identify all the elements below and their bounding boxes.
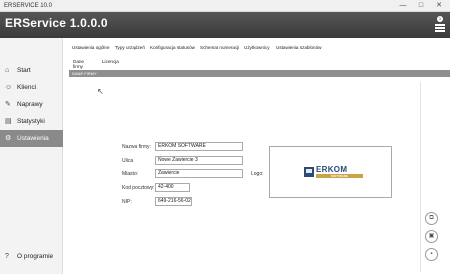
tab-company-data[interactable]: Dane firmy	[73, 59, 84, 69]
mouse-cursor-icon: ↖	[97, 87, 104, 96]
app-title: ERService 1.0.0.0	[5, 16, 108, 30]
company-name-field[interactable]: ERKOM SOFTWARE	[155, 142, 243, 151]
sidebar-item-statystyki[interactable]: ▤ Statystyki	[0, 113, 63, 130]
company-logo: ERKOM SOFTWARE	[304, 165, 364, 181]
city-field[interactable]: Zawiercie	[155, 169, 243, 178]
tab-users[interactable]: Użytkownicy	[244, 45, 270, 50]
tab-templates[interactable]: Ustawienia szablonów	[276, 45, 321, 50]
tab-license[interactable]: Licencja	[102, 59, 119, 64]
image-button[interactable]: ▣	[425, 230, 438, 243]
app-header: ERService 1.0.0.0 1	[0, 12, 450, 38]
gear-icon: ⚙	[5, 135, 12, 142]
street-field[interactable]: Nowe Zawiercie 3	[155, 156, 243, 165]
notification-badge: 1	[437, 16, 443, 22]
menu-bar-icon	[435, 30, 445, 32]
save-icon: ▪	[430, 251, 433, 257]
logo-image-box[interactable]: ERKOM SOFTWARE	[269, 146, 392, 198]
logo-sub: SOFTWARE	[316, 174, 363, 178]
sidebar-item-label: Start	[17, 67, 31, 74]
copy-button[interactable]: ⧉	[425, 212, 438, 225]
copy-icon: ⧉	[429, 215, 434, 221]
sidebar-item-label: Ustawienia	[17, 135, 49, 142]
menu-bar-icon	[435, 24, 445, 26]
sidebar-item-klienci[interactable]: ☺ Klienci	[0, 79, 63, 96]
section-header: DANE FIRMY	[69, 70, 450, 77]
postal-code-label: Kod pocztowy:	[122, 185, 155, 191]
sidebar-item-label: Naprawy	[17, 101, 43, 108]
tab-general[interactable]: Ustawienia ogólne	[72, 45, 110, 50]
sidebar-item-label: Statystyki	[17, 118, 45, 125]
city-label: Miasto:	[122, 171, 139, 177]
help-icon: ?	[5, 253, 9, 260]
window-titlebar: ERSERVICE 10.0 — □ ✕	[0, 0, 450, 12]
hamburger-menu-button[interactable]: 1	[434, 16, 446, 32]
logo-word: ERKOM	[316, 165, 348, 174]
window-title: ERSERVICE 10.0	[4, 3, 52, 9]
main-content: Ustawienia ogólne Typy urządzeń Konfigur…	[63, 38, 450, 274]
maximize-button[interactable]: □	[414, 0, 428, 12]
home-icon: ⌂	[5, 67, 10, 74]
sidebar-item-label: Klienci	[17, 84, 37, 91]
sidebar-item-about[interactable]: ? O programie	[0, 248, 63, 265]
wrench-icon: ✎	[5, 101, 11, 108]
street-label: Ulica	[122, 158, 134, 164]
sidebar-item-start[interactable]: ⌂ Start	[0, 62, 63, 79]
menu-bar-icon	[435, 27, 445, 29]
logo-mark-icon	[304, 167, 314, 177]
nip-field[interactable]: 649-216-56-02	[155, 197, 192, 206]
postal-code-field[interactable]: 42-400	[155, 183, 190, 192]
image-icon: ▣	[428, 233, 435, 239]
person-icon: ☺	[5, 84, 13, 91]
divider	[420, 82, 421, 272]
company-name-label: Nazwa firmy:	[122, 144, 151, 150]
sidebar-item-label: O programie	[17, 253, 54, 260]
nip-label: NIP:	[122, 199, 132, 205]
sidebar-item-naprawy[interactable]: ✎ Naprawy	[0, 96, 63, 113]
sidebar-item-ustawienia[interactable]: ⚙ Ustawienia	[0, 130, 63, 147]
sidebar: ⌂ Start ☺ Klienci ✎ Naprawy ▤ Statystyki…	[0, 38, 63, 274]
minimize-button[interactable]: —	[396, 0, 410, 12]
tab-status-config[interactable]: Konfiguracja statusów	[150, 45, 195, 50]
tab-device-types[interactable]: Typy urządzeń	[115, 45, 145, 50]
save-button[interactable]: ▪	[425, 248, 438, 261]
tab-numbering[interactable]: Schemat numeracji	[200, 45, 239, 50]
close-button[interactable]: ✕	[432, 0, 446, 12]
logo-label: Logo:	[251, 171, 264, 177]
stats-icon: ▤	[5, 118, 12, 125]
